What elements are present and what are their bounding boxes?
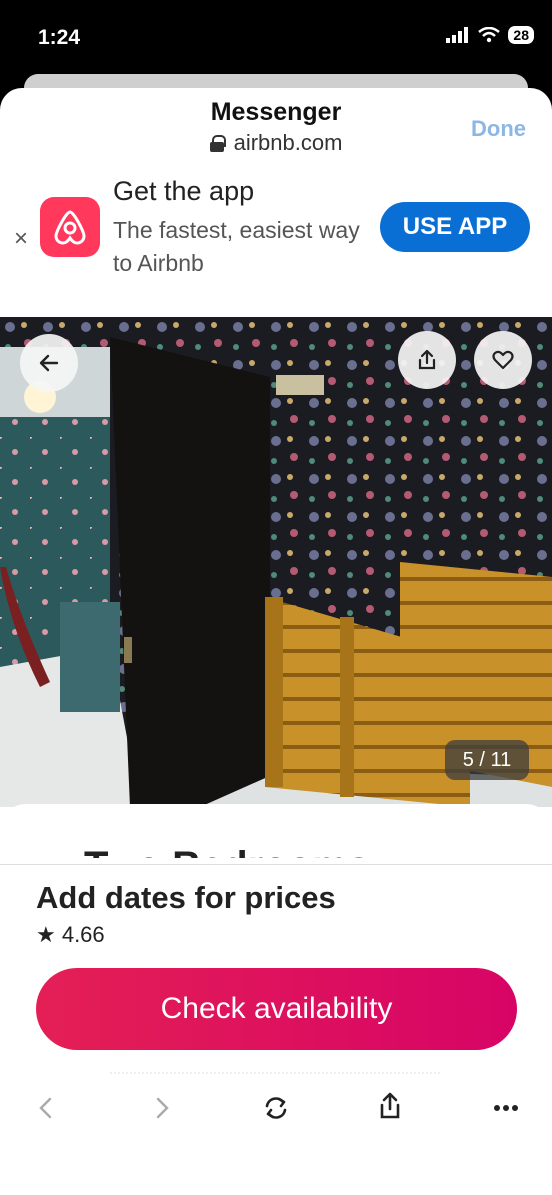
use-app-button[interactable]: USE APP (380, 202, 530, 252)
chevron-right-icon (156, 1097, 169, 1119)
chevron-left-icon (39, 1097, 52, 1119)
status-bar: 1:24 28 (0, 0, 552, 72)
nav-forward-button[interactable] (142, 1088, 182, 1128)
listing-title: Two Bedrooms (84, 836, 370, 858)
rating: ★ 4.66 (36, 922, 105, 947)
lock-icon (209, 135, 226, 152)
listing-card: Two Bedrooms Add dates for prices ★ 4.66… (0, 804, 552, 1195)
sheet-title: Messenger (210, 98, 342, 126)
close-icon[interactable]: × (14, 225, 28, 253)
banner-title: Get the app (113, 176, 255, 206)
share-icon (380, 1092, 400, 1119)
signal-icon (446, 27, 469, 43)
nav-back-button[interactable] (26, 1088, 66, 1128)
battery-indicator: 28 (508, 26, 534, 44)
save-favorite-button[interactable] (474, 331, 532, 389)
divider (0, 864, 552, 865)
app-banner: × Get the app The fastest, easiest way t… (0, 160, 552, 320)
back-button[interactable] (20, 334, 78, 392)
sheet-header: Messenger airbnb.com Done (0, 88, 552, 160)
share-page-button[interactable] (370, 1086, 410, 1126)
room-image (0, 317, 552, 807)
photo-counter: 5 / 11 (445, 740, 529, 780)
back-arrow-icon (39, 354, 59, 372)
url-display[interactable]: airbnb.com (0, 130, 552, 156)
refresh-icon (265, 1097, 287, 1119)
heart-icon (492, 350, 514, 370)
browser-toolbar (0, 1070, 552, 1140)
done-button[interactable]: Done (471, 116, 526, 142)
status-time: 1:24 (38, 26, 81, 49)
airbnb-logo-icon (40, 197, 100, 257)
share-icon (418, 349, 436, 370)
browser-sheet: Messenger airbnb.com Done × Get the app … (0, 88, 552, 1195)
listing-photo[interactable] (0, 317, 552, 807)
reload-button[interactable] (256, 1088, 296, 1128)
price-prompt: Add dates for prices (36, 880, 336, 915)
check-availability-button[interactable]: Check availability (36, 968, 517, 1050)
wifi-icon (478, 27, 501, 43)
status-icons: 28 (446, 26, 534, 44)
banner-subtitle: The fastest, easiest way to Airbnb (113, 217, 360, 276)
more-button[interactable] (486, 1088, 526, 1128)
more-icon (494, 1105, 518, 1111)
share-button[interactable] (398, 331, 456, 389)
url-text: airbnb.com (233, 130, 343, 155)
